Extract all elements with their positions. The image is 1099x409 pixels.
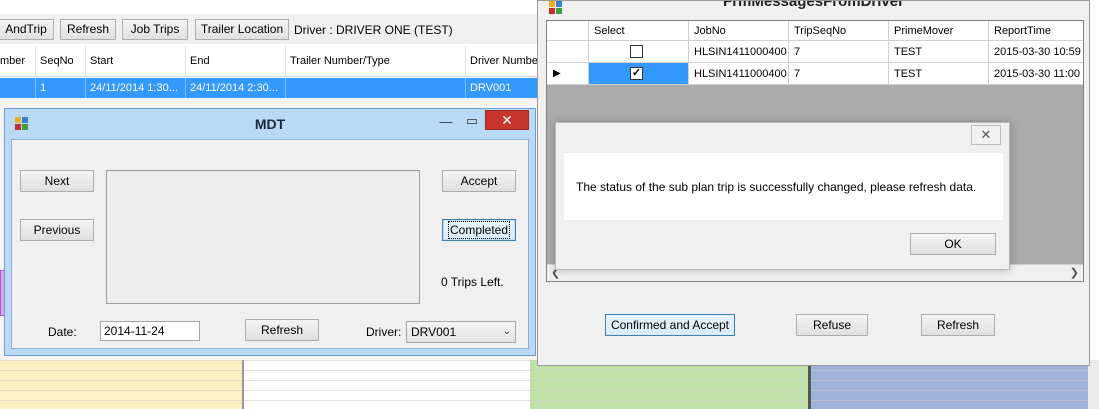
table-cell: HLSIN1411000400 bbox=[689, 63, 789, 85]
table-cell: DRV001 bbox=[466, 78, 540, 98]
dialog-message: The status of the sub plan trip is succe… bbox=[576, 180, 977, 194]
table-cell: TEST bbox=[889, 63, 989, 85]
driver-select-value: DRV001 bbox=[411, 325, 457, 339]
job-trips-button[interactable]: Job Trips bbox=[122, 19, 188, 40]
column-header[interactable]: Start bbox=[86, 46, 186, 77]
column-header[interactable]: mber bbox=[0, 46, 36, 77]
table-cell: TEST bbox=[889, 41, 989, 63]
table-cell: 2015-03-30 10:59 bbox=[989, 41, 1083, 63]
completed-button[interactable]: Completed bbox=[442, 219, 516, 241]
accept-button[interactable]: Accept bbox=[442, 170, 516, 192]
column-header-tripseqno[interactable]: TripSeqNo bbox=[789, 21, 889, 41]
table-row[interactable]: 1 24/11/2014 1:30... 24/11/2014 2:30... … bbox=[0, 78, 540, 98]
select-cell[interactable]: ✓ bbox=[589, 63, 689, 85]
table-cell: 7 bbox=[789, 41, 889, 63]
row-header-corner bbox=[547, 21, 589, 41]
calendar-column bbox=[1088, 360, 1099, 409]
column-header-primemover[interactable]: PrimeMover bbox=[889, 21, 989, 41]
ok-button[interactable]: OK bbox=[910, 233, 996, 255]
current-row-arrow-icon[interactable]: ▶ bbox=[547, 63, 589, 85]
success-dialog: ✕ The status of the sub plan trip is suc… bbox=[555, 122, 1010, 270]
table-row[interactable]: ▶ ✓ HLSIN1411000400 7 TEST 2015-03-30 11… bbox=[547, 63, 1083, 85]
column-header-select[interactable]: Select bbox=[589, 21, 689, 41]
minimize-icon[interactable]: — bbox=[433, 113, 459, 131]
close-icon[interactable]: ✕ bbox=[485, 110, 529, 130]
select-checkbox[interactable] bbox=[630, 45, 643, 58]
select-checkbox[interactable]: ✓ bbox=[630, 67, 643, 80]
column-header[interactable]: Driver Number bbox=[466, 46, 540, 77]
select-cell[interactable] bbox=[589, 41, 689, 63]
column-header[interactable]: SeqNo bbox=[36, 46, 86, 77]
close-icon[interactable]: ✕ bbox=[971, 125, 1001, 145]
background-toolbar: AndTrip Refresh Job Trips Trailer Locati… bbox=[0, 14, 540, 44]
calendar-column bbox=[808, 360, 1088, 409]
table-cell bbox=[0, 78, 36, 98]
table-cell: 2015-03-30 11:00 bbox=[989, 63, 1083, 85]
grid-header: Select JobNo TripSeqNo PrimeMover Report… bbox=[547, 21, 1083, 41]
refuse-button[interactable]: Refuse bbox=[796, 314, 868, 336]
column-header[interactable]: End bbox=[186, 46, 286, 77]
scroll-right-icon[interactable]: ❯ bbox=[1070, 266, 1079, 279]
table-cell: HLSIN1411000400 bbox=[689, 41, 789, 63]
date-field[interactable]: 2014-11-24 bbox=[100, 321, 200, 341]
driver-info: Driver : DRIVER ONE (TEST) bbox=[294, 23, 453, 37]
andtrip-button[interactable]: AndTrip bbox=[0, 19, 54, 40]
driver-select[interactable]: DRV001 ⌄ bbox=[406, 321, 516, 343]
refresh-button[interactable]: Refresh bbox=[60, 19, 116, 40]
column-header-reporttime[interactable]: ReportTime bbox=[989, 21, 1083, 41]
next-button[interactable]: Next bbox=[20, 170, 94, 192]
maximize-icon[interactable]: ▭ bbox=[459, 112, 485, 130]
column-header-jobno[interactable]: JobNo bbox=[689, 21, 789, 41]
mdt-refresh-button[interactable]: Refresh bbox=[245, 319, 319, 341]
column-header[interactable]: Trailer Number/Type bbox=[286, 46, 466, 77]
driver-label: Driver: bbox=[366, 325, 402, 339]
mdt-client-area: Next Previous Accept Completed 0 Trips L… bbox=[11, 139, 529, 349]
calendar-column bbox=[530, 360, 808, 409]
messages-refresh-button[interactable]: Refresh bbox=[921, 314, 995, 336]
calendar-column bbox=[242, 360, 530, 409]
trailer-location-button[interactable]: Trailer Location bbox=[195, 19, 289, 40]
mdt-titlebar[interactable]: MDT — ▭ ✕ bbox=[5, 109, 535, 137]
mdt-window: MDT — ▭ ✕ Next Previous Accept Completed… bbox=[4, 108, 536, 356]
table-cell: 24/11/2014 1:30... bbox=[86, 78, 186, 98]
calendar-column bbox=[0, 360, 242, 409]
previous-button[interactable]: Previous bbox=[20, 219, 94, 241]
trips-left-label: 0 Trips Left. bbox=[441, 275, 504, 289]
messages-titlebar[interactable]: FrmMessagesFromDriver bbox=[538, 1, 1089, 17]
table-cell: 24/11/2014 2:30... bbox=[186, 78, 286, 98]
window-title: FrmMessagesFromDriver bbox=[723, 1, 904, 10]
completed-label: Completed bbox=[447, 221, 511, 239]
table-cell bbox=[286, 78, 466, 98]
background-grid-header: mber SeqNo Start End Trailer Number/Type… bbox=[0, 46, 540, 77]
row-header[interactable] bbox=[547, 41, 589, 63]
date-label: Date: bbox=[48, 325, 77, 339]
table-cell: 1 bbox=[36, 78, 86, 98]
confirm-accept-button[interactable]: Confirmed and Accept bbox=[605, 314, 735, 336]
chevron-down-icon: ⌄ bbox=[502, 326, 511, 337]
message-textbox[interactable] bbox=[106, 170, 420, 304]
table-row[interactable]: HLSIN1411000400 7 TEST 2015-03-30 10:59 bbox=[547, 41, 1083, 63]
table-cell: 7 bbox=[789, 63, 889, 85]
dialog-body: The status of the sub plan trip is succe… bbox=[564, 153, 1003, 220]
